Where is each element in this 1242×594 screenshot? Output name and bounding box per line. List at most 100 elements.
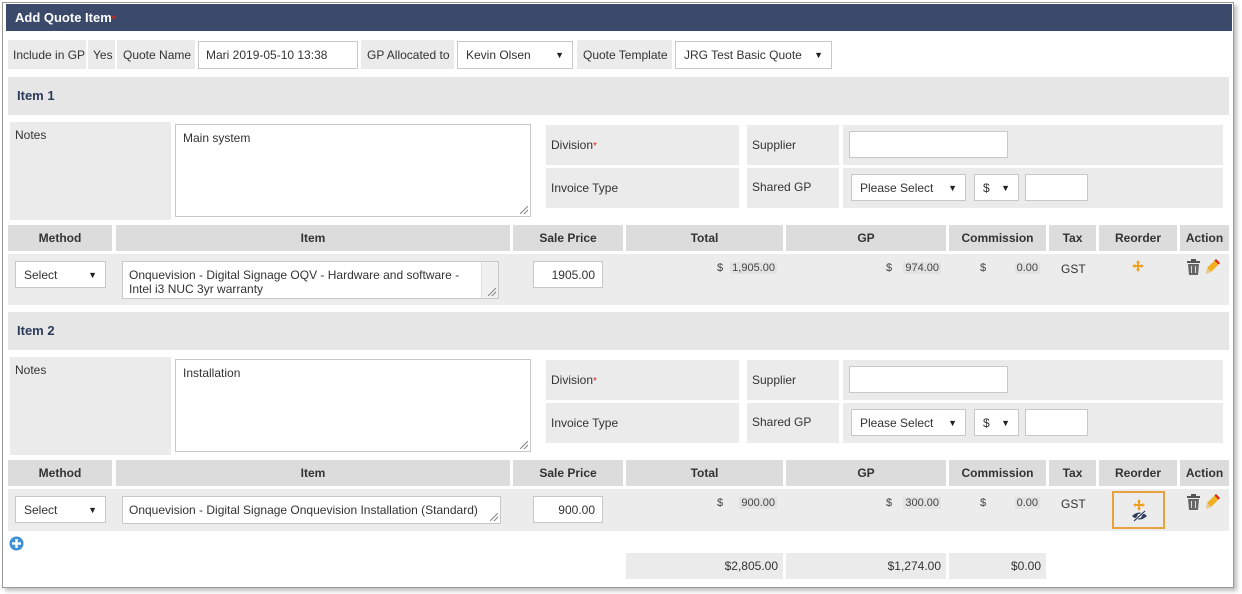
quote-name-label-cell: Quote Name (117, 40, 195, 69)
supplier-field-cell (843, 360, 1223, 400)
eye-slash-icon[interactable] (1131, 510, 1148, 522)
notes-textarea[interactable]: Main system (175, 124, 531, 217)
currency-value: $ (983, 415, 990, 430)
col-gp: GP (786, 460, 946, 486)
col-item: Item (116, 460, 510, 486)
method-value: Select (24, 267, 58, 282)
col-gp: GP (786, 225, 946, 251)
invoice-type-label: Invoice Type (551, 416, 619, 430)
item-1-heading: Item 1 (8, 77, 1229, 115)
shared-gp-label: Shared GP (752, 180, 812, 194)
shared-gp-field-cell: Please Select ▼ $ ▼ (843, 168, 1223, 208)
supplier-label-cell: Supplier (747, 125, 839, 165)
trash-icon[interactable] (1186, 259, 1201, 275)
quote-template-label-cell: Quote Template (577, 40, 672, 69)
method-select[interactable]: Select ▼ (15, 496, 106, 523)
col-tax: Tax (1049, 460, 1096, 486)
supplier-input[interactable] (849, 366, 1008, 393)
notes-label: Notes (15, 363, 47, 377)
grand-commission: $0.00 (949, 553, 1046, 579)
row-commission: $0.00 (980, 497, 1040, 509)
col-commission: Commission (949, 460, 1046, 486)
reorder-move-icon[interactable] (1132, 260, 1144, 272)
shared-gp-select[interactable]: Please Select ▼ (851, 174, 966, 201)
shared-gp-label-cell: Shared GP (747, 168, 839, 208)
gp-allocated-select[interactable]: Kevin Olsen ▼ (457, 41, 573, 69)
division-label: Division* (551, 138, 597, 152)
shared-gp-amount-input[interactable] (1025, 174, 1088, 201)
grand-total: $2,805.00 (626, 553, 783, 579)
chevron-down-icon: ▼ (814, 50, 823, 60)
include-in-gp-value-cell: Yes (88, 40, 115, 69)
chevron-down-icon: ▼ (555, 50, 564, 60)
invoice-type-label-cell: Invoice Type (546, 168, 739, 208)
division-label: Division* (551, 373, 597, 387)
shared-gp-field-cell: Please Select ▼ $ ▼ (843, 403, 1223, 443)
gp-allocated-label-cell: GP Allocated to (361, 40, 454, 69)
item-2-heading: Item 2 (8, 312, 1229, 350)
supplier-label: Supplier (752, 373, 797, 387)
item-description-textarea[interactable]: Onquevision - Digital Signage Onquevisio… (122, 496, 501, 524)
notes-textarea[interactable]: Installation (175, 359, 531, 452)
quote-template-select[interactable]: JRG Test Basic Quote ▼ (675, 41, 832, 69)
shared-gp-value: Please Select (860, 415, 934, 430)
shared-gp-label-cell: Shared GP (747, 403, 839, 443)
col-tax: Tax (1049, 225, 1096, 251)
col-commission: Commission (949, 225, 1046, 251)
resize-grip-icon[interactable] (520, 441, 528, 449)
trash-icon[interactable] (1186, 494, 1201, 510)
currency-select[interactable]: $ ▼ (974, 174, 1019, 201)
col-total: Total (626, 225, 783, 251)
quote-template-value: JRG Test Basic Quote (684, 48, 802, 62)
col-action: Action (1180, 225, 1229, 251)
dialog-title: Add Quote Item* (6, 4, 1232, 31)
shared-gp-label: Shared GP (752, 415, 812, 429)
method-select[interactable]: Select ▼ (15, 261, 106, 288)
add-plus-icon[interactable] (9, 536, 24, 551)
row-gp: $974.00 (886, 262, 941, 274)
row-total: $900.00 (717, 497, 777, 509)
col-total: Total (626, 460, 783, 486)
supplier-field-cell (843, 125, 1223, 165)
notes-text: Installation (183, 366, 241, 380)
gp-allocated-label: GP Allocated to (367, 48, 450, 62)
resize-grip-icon[interactable] (490, 513, 498, 521)
notes-label-cell: Notes (10, 357, 171, 455)
resize-grip-icon[interactable] (488, 288, 496, 296)
col-action: Action (1180, 460, 1229, 486)
pencil-icon[interactable] (1205, 493, 1221, 510)
col-method: Method (8, 460, 112, 486)
row-gp: $300.00 (886, 497, 941, 509)
include-in-gp-label: Include in GP (13, 48, 86, 62)
col-sale-price: Sale Price (513, 460, 623, 486)
sale-price-input[interactable]: 1905.00 (533, 261, 603, 288)
include-in-gp-label-cell: Include in GP (8, 40, 86, 69)
shared-gp-value: Please Select (860, 180, 934, 195)
item-description-text: Onquevision - Digital Signage OQV - Hard… (129, 268, 460, 296)
chevron-down-icon: ▼ (948, 182, 957, 193)
chevron-down-icon: ▼ (88, 504, 97, 515)
chevron-down-icon: ▼ (948, 417, 957, 428)
invoice-type-label-cell: Invoice Type (546, 403, 739, 443)
shared-gp-amount-input[interactable] (1025, 409, 1088, 436)
notes-label-cell: Notes (10, 122, 171, 220)
resize-grip-icon[interactable] (520, 206, 528, 214)
sale-price-input[interactable]: 900.00 (533, 496, 603, 523)
quote-name-label: Quote Name (123, 48, 192, 62)
grand-gp: $1,274.00 (786, 553, 946, 579)
division-label-cell: Division* (546, 125, 739, 165)
notes-label: Notes (15, 128, 47, 142)
supplier-input[interactable] (849, 131, 1008, 158)
col-method: Method (8, 225, 112, 251)
shared-gp-select[interactable]: Please Select ▼ (851, 409, 966, 436)
currency-value: $ (983, 180, 990, 195)
pencil-icon[interactable] (1205, 258, 1221, 275)
chevron-down-icon: ▼ (88, 269, 97, 280)
col-item: Item (116, 225, 510, 251)
quote-template-label: Quote Template (583, 48, 668, 62)
quote-name-input[interactable]: Mari 2019-05-10 13:38 (198, 41, 358, 69)
currency-select[interactable]: $ ▼ (974, 409, 1019, 436)
item-description-text: Onquevision - Digital Signage Onquevisio… (129, 503, 478, 517)
row-tax: GST (1061, 262, 1086, 276)
item-description-textarea[interactable]: Onquevision - Digital Signage OQV - Hard… (122, 261, 499, 299)
